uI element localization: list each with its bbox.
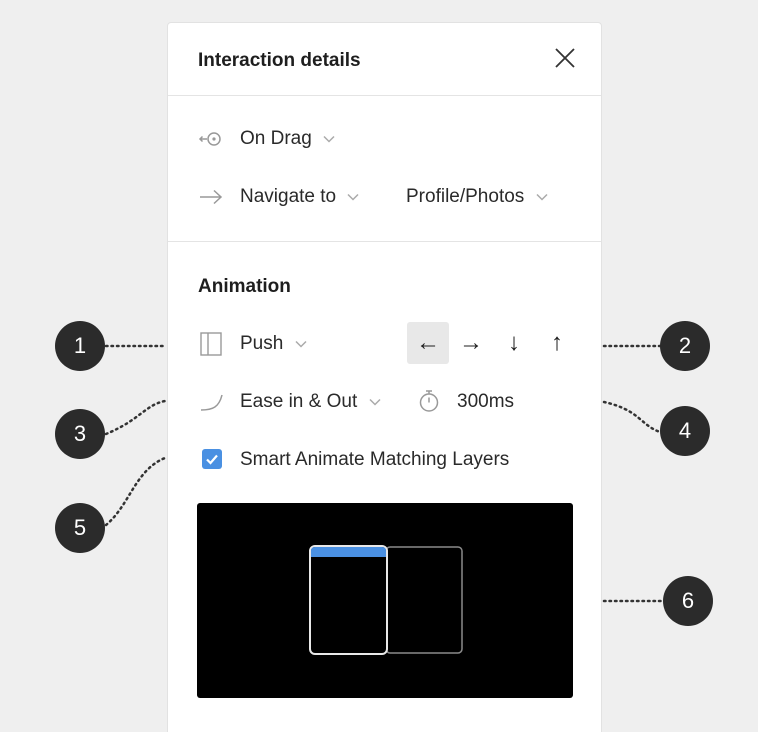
transition-dropdown[interactable]: Push: [240, 333, 307, 355]
panel-header: Interaction details: [168, 23, 601, 96]
arrow-right-icon: [198, 188, 224, 211]
chevron-down-icon: [323, 135, 335, 143]
callout-2: 2: [660, 321, 710, 371]
easing-dropdown[interactable]: Ease in & Out: [240, 391, 381, 413]
trigger-label: On Drag: [240, 128, 312, 149]
destination-dropdown[interactable]: Profile/Photos: [406, 186, 548, 208]
close-button[interactable]: [554, 47, 576, 69]
direction-right-button[interactable]: →: [450, 322, 492, 364]
callout-3: 3: [55, 409, 105, 459]
panel-title: Interaction details: [198, 50, 361, 71]
callout-5: 5: [55, 503, 105, 553]
easing-curve-icon: [199, 393, 225, 418]
callout-6: 6: [663, 576, 713, 626]
arrow-left-icon: ←: [416, 329, 440, 356]
preview-frames: [309, 545, 463, 655]
destination-label: Profile/Photos: [406, 186, 525, 207]
direction-left-button[interactable]: ←: [407, 322, 449, 364]
source-frame-header: [311, 547, 386, 557]
chevron-down-icon: [347, 193, 359, 201]
arrow-up-icon: ↑: [551, 329, 563, 356]
transition-label: Push: [240, 333, 284, 354]
callout-1: 1: [55, 321, 105, 371]
close-icon: [555, 48, 575, 68]
chevron-down-icon: [368, 398, 381, 406]
checkmark-icon: [206, 454, 218, 465]
arrow-down-icon: ↓: [508, 329, 520, 356]
chevron-down-icon: [295, 340, 307, 348]
animation-heading: Animation: [198, 276, 291, 297]
section-divider: [168, 241, 601, 242]
arrow-right-icon: →: [459, 329, 483, 356]
source-frame: [309, 545, 388, 655]
trigger-dropdown[interactable]: On Drag: [240, 128, 335, 150]
action-label: Navigate to: [240, 186, 337, 207]
direction-down-button[interactable]: ↓: [493, 322, 535, 364]
destination-frame: [385, 546, 463, 654]
push-transition-icon: [200, 332, 222, 361]
drag-trigger-icon: [198, 130, 224, 153]
direction-up-button[interactable]: ↑: [536, 322, 578, 364]
action-dropdown[interactable]: Navigate to: [240, 186, 359, 208]
animation-preview: [197, 503, 573, 698]
smart-animate-label: Smart Animate Matching Layers: [240, 449, 510, 470]
timer-icon: [418, 389, 440, 418]
callout-4: 4: [660, 406, 710, 456]
interaction-details-panel: Interaction details On Drag Navigate to: [167, 22, 602, 732]
duration-field[interactable]: 300ms: [457, 391, 514, 413]
smart-animate-checkbox[interactable]: [202, 449, 222, 469]
easing-label: Ease in & Out: [240, 391, 358, 412]
chevron-down-icon: [536, 193, 548, 201]
